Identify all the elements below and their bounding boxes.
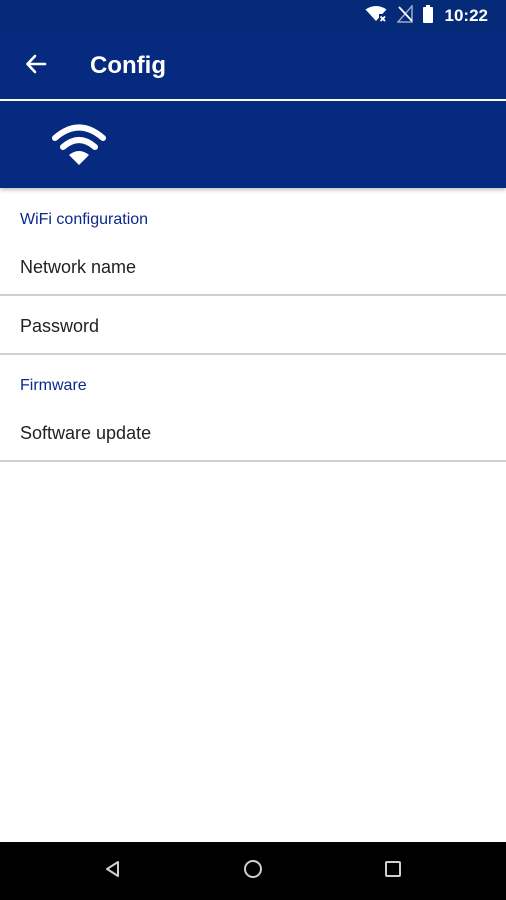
password-label: Password xyxy=(20,316,100,336)
status-time: 10:22 xyxy=(444,6,488,25)
header-band xyxy=(0,101,506,188)
divider xyxy=(0,460,506,462)
back-arrow-icon xyxy=(25,53,47,80)
network-name-item[interactable]: Network name xyxy=(0,240,506,295)
recents-square-icon xyxy=(383,859,403,884)
home-circle-icon xyxy=(242,858,264,885)
back-triangle-icon xyxy=(103,859,123,884)
no-signal-icon xyxy=(395,3,413,28)
page-title: Config xyxy=(90,52,166,79)
wifi-no-internet-icon xyxy=(365,5,387,28)
wifi-icon xyxy=(52,123,106,167)
nav-recents-button[interactable] xyxy=(373,851,413,891)
section-header-firmware: Firmware xyxy=(20,377,87,394)
section-header-wifi: WiFi configuration xyxy=(20,211,149,228)
system-nav-bar xyxy=(0,842,506,900)
nav-home-button[interactable] xyxy=(233,851,273,891)
nav-back-button[interactable] xyxy=(93,851,133,891)
screen: 10:22 Config WiFi configuration Network … xyxy=(0,0,506,900)
battery-icon xyxy=(422,4,433,28)
password-item[interactable]: Password xyxy=(0,296,506,353)
network-name-label: Network name xyxy=(20,257,137,277)
status-bar: 10:22 xyxy=(0,0,506,32)
divider xyxy=(0,353,506,355)
app-bar: Config xyxy=(0,32,506,99)
software-update-label: Software update xyxy=(20,423,152,443)
status-icons: 10:22 xyxy=(365,0,488,32)
software-update-item[interactable]: Software update xyxy=(0,405,506,460)
back-button[interactable] xyxy=(16,46,56,86)
